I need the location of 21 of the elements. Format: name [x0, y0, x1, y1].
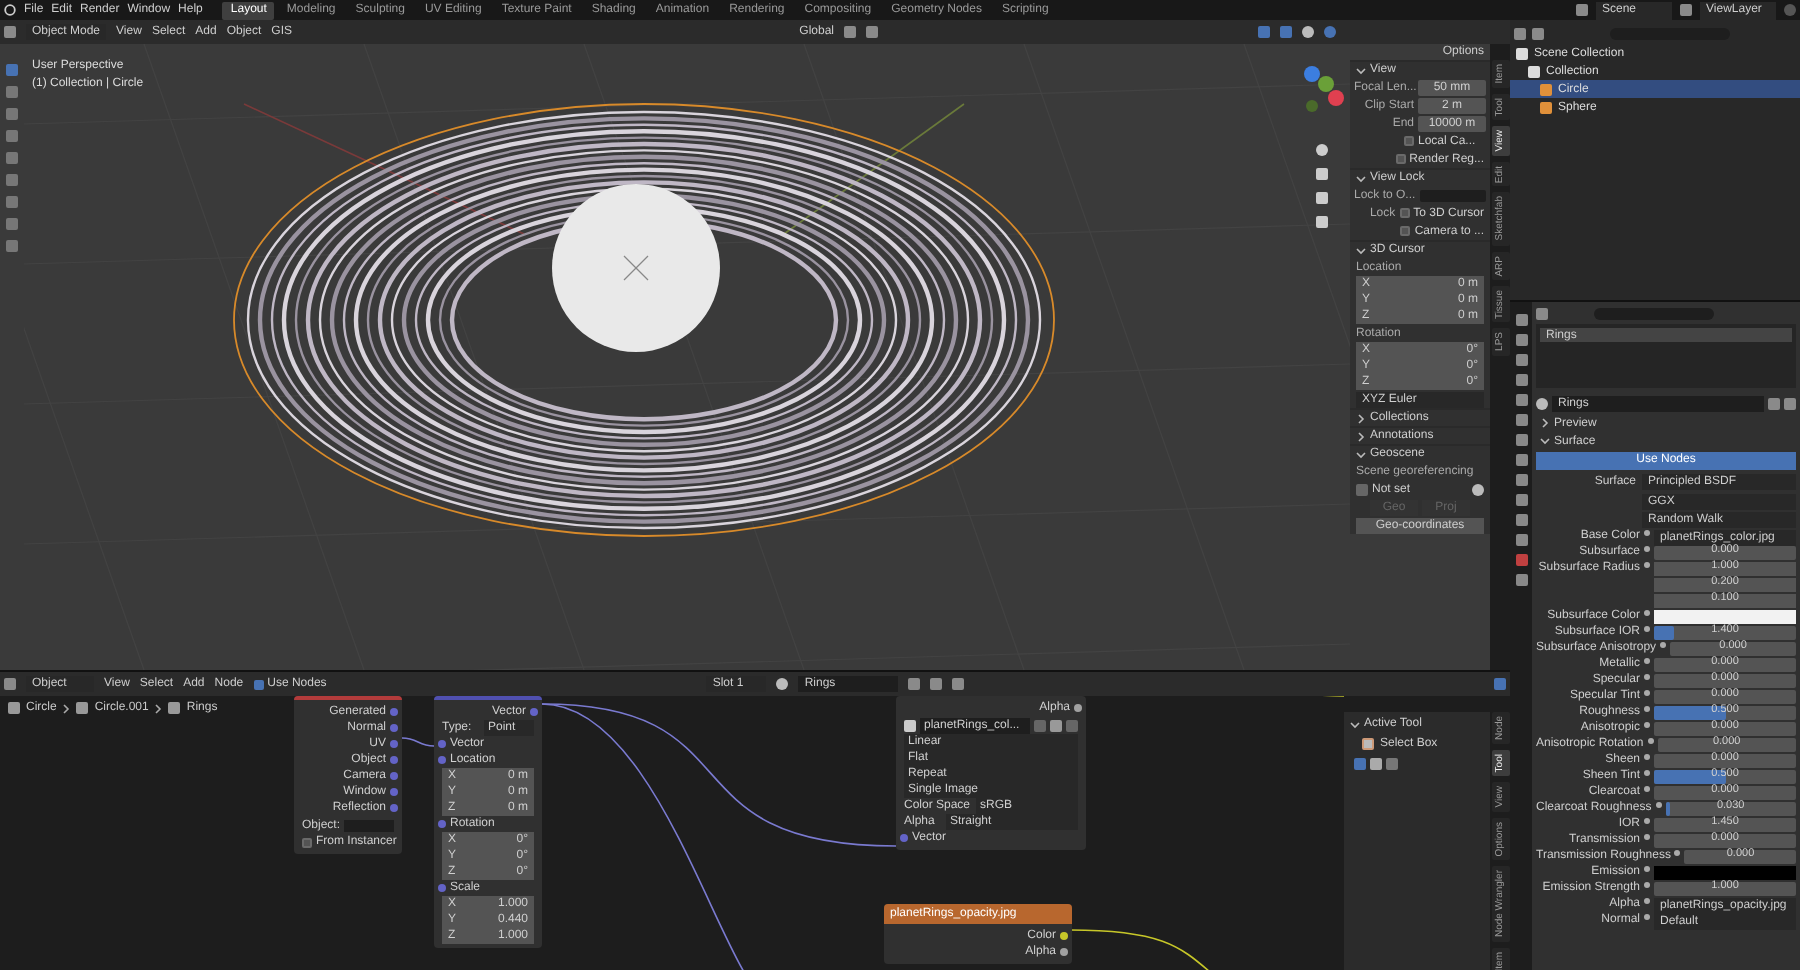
output-socket[interactable]	[1074, 704, 1082, 712]
color-swatch[interactable]	[1654, 609, 1796, 623]
checkbox[interactable]	[253, 679, 264, 689]
input-socket[interactable]	[900, 834, 908, 842]
input-socket[interactable]	[438, 756, 446, 764]
checkbox[interactable]	[1395, 154, 1406, 164]
checkbox[interactable]	[1399, 208, 1410, 218]
output-socket[interactable]	[1060, 948, 1068, 956]
chevron-icon	[154, 703, 163, 713]
checkbox[interactable]	[1400, 226, 1411, 236]
checkbox[interactable]	[1404, 136, 1414, 146]
checkbox[interactable]	[302, 837, 312, 847]
input-socket[interactable]	[438, 884, 446, 892]
input-socket[interactable]	[438, 820, 446, 828]
output-socket[interactable]	[1060, 932, 1068, 940]
input-socket[interactable]	[438, 740, 446, 748]
color-swatch[interactable]	[1654, 865, 1796, 879]
node-link	[401, 737, 435, 747]
navigation-gizmo-drawing[interactable]	[1300, 64, 1344, 116]
chevron-icon	[62, 703, 71, 713]
app-logo-icon[interactable]	[4, 4, 16, 16]
